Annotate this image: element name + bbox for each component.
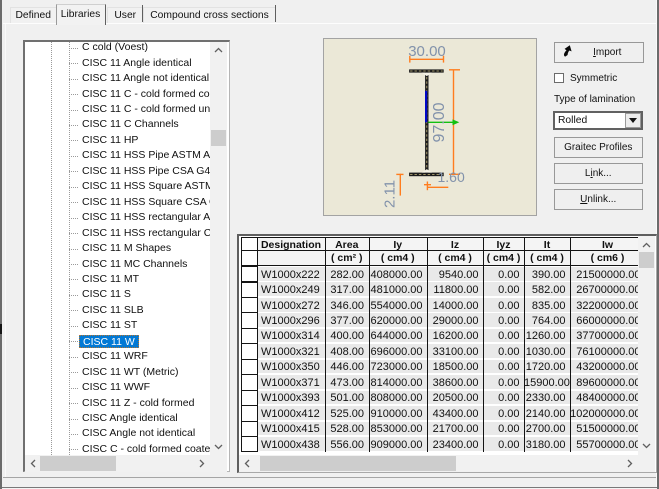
svg-text:30.00: 30.00	[408, 43, 446, 60]
svg-text:97.00: 97.00	[431, 102, 448, 142]
svg-text:1.60: 1.60	[437, 169, 464, 185]
svg-text:2.11: 2.11	[381, 180, 398, 208]
